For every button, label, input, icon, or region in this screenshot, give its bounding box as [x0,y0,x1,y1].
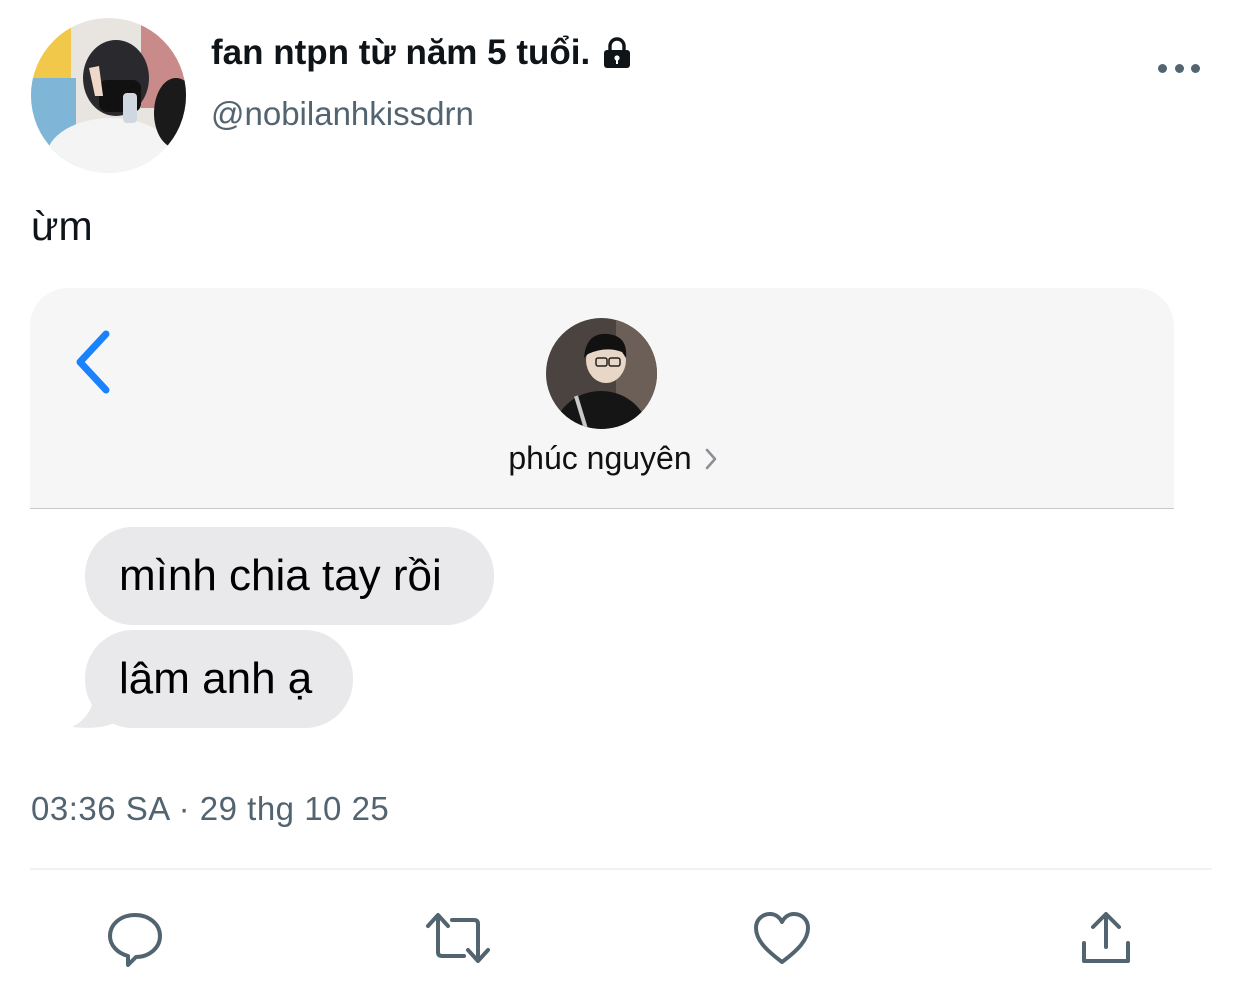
messages-header: phúc nguyên [30,288,1174,509]
like-button[interactable] [752,910,812,970]
heart-icon [752,910,812,971]
reply-button[interactable] [105,910,165,970]
retweet-button[interactable] [426,910,490,970]
more-dot [1174,63,1184,73]
share-icon [1079,909,1133,972]
contact-name: phúc nguyên [508,440,692,476]
more-dot [1158,63,1167,73]
divider [30,868,1212,870]
reply-icon [106,909,164,972]
contact-name-row: phúc nguyên [30,440,1174,477]
back-chevron-icon [74,330,114,399]
contact-avatar [546,318,657,429]
lock-icon [600,36,634,70]
bubble-tail [72,674,116,735]
tweet-text: ừm [31,203,93,249]
retweet-icon [424,910,492,971]
chevron-right-icon [704,447,718,471]
message-bubble: mình chia tay rồi [85,527,494,625]
share-button[interactable] [1076,910,1136,970]
message-bubble: lâm anh ạ [85,630,353,728]
tweet-timestamp[interactable]: 03:36 SA · 29 thg 10 25 [31,790,389,828]
more-options-icon[interactable] [1158,58,1200,78]
author-avatar[interactable] [31,18,186,173]
display-name-text: fan ntpn từ năm 5 tuổi. [211,33,591,72]
tweet-page: fan ntpn từ năm 5 tuổi. @nobilanhkissdrn… [0,0,1242,1003]
author-display-name[interactable]: fan ntpn từ năm 5 tuổi. [211,33,634,73]
more-dot [1191,63,1200,73]
attached-image[interactable]: phúc nguyên mình chia tay rồi lâm anh ạ [30,288,1174,733]
author-handle[interactable]: @nobilanhkissdrn [211,95,474,133]
